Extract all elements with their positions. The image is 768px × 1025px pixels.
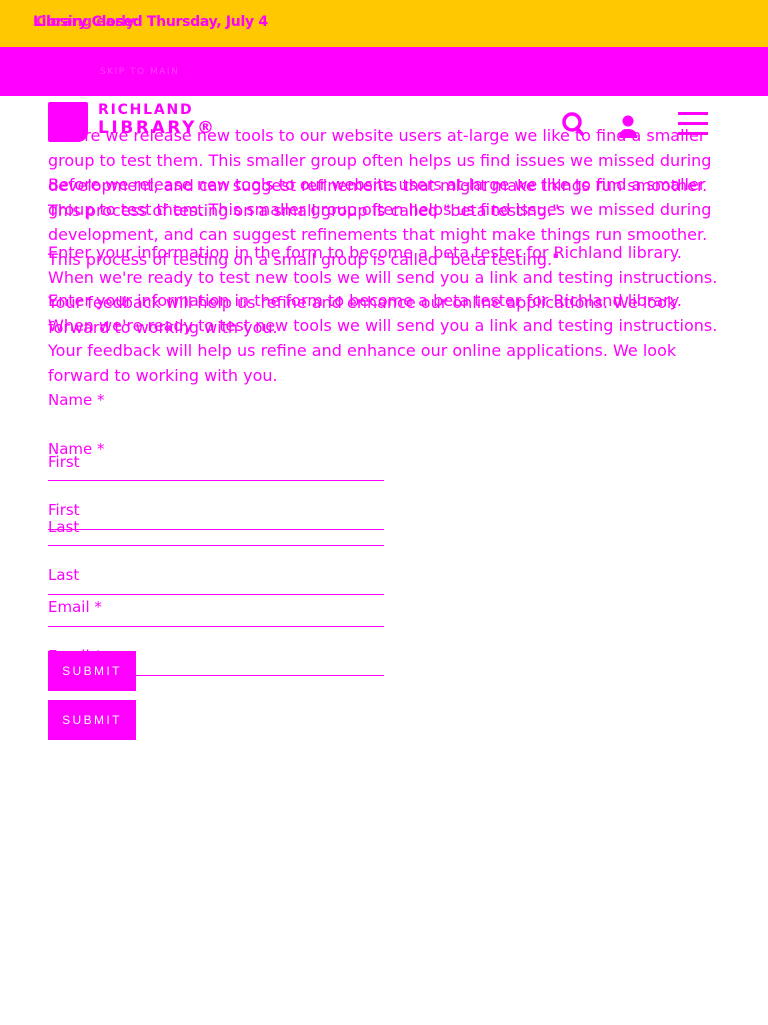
email-label: Email *	[48, 598, 102, 616]
intro-paragraph-copy: Before we release new tools to our websi…	[48, 175, 712, 269]
nav-bar: SKIP TO MAIN	[0, 47, 768, 96]
first-name-label-copy: First	[48, 501, 80, 519]
submit-button-copy[interactable]: SUBMIT	[48, 700, 136, 740]
alert-text-secondary[interactable]: Closing early	[36, 14, 135, 30]
first-name-input-copy[interactable]	[48, 529, 384, 530]
last-name-input-copy[interactable]	[48, 594, 384, 595]
alert-bar: Library Closed Thursday, July 4 Closing …	[0, 0, 768, 47]
name-label-copy: Name *	[48, 440, 105, 458]
last-name-input[interactable]	[48, 545, 384, 546]
email-input[interactable]	[48, 626, 384, 627]
email-label-copy: Email *	[48, 647, 102, 665]
skip-link[interactable]: SKIP TO MAIN	[100, 67, 179, 77]
name-label: Name *	[48, 391, 105, 409]
instructions-paragraph-copy: Enter your information in the form to be…	[48, 291, 718, 385]
first-name-input[interactable]	[48, 480, 384, 481]
email-input-copy[interactable]	[48, 675, 384, 676]
last-name-label-copy: Last	[48, 566, 80, 584]
logo-word-richland: RICHLAND	[98, 102, 194, 118]
